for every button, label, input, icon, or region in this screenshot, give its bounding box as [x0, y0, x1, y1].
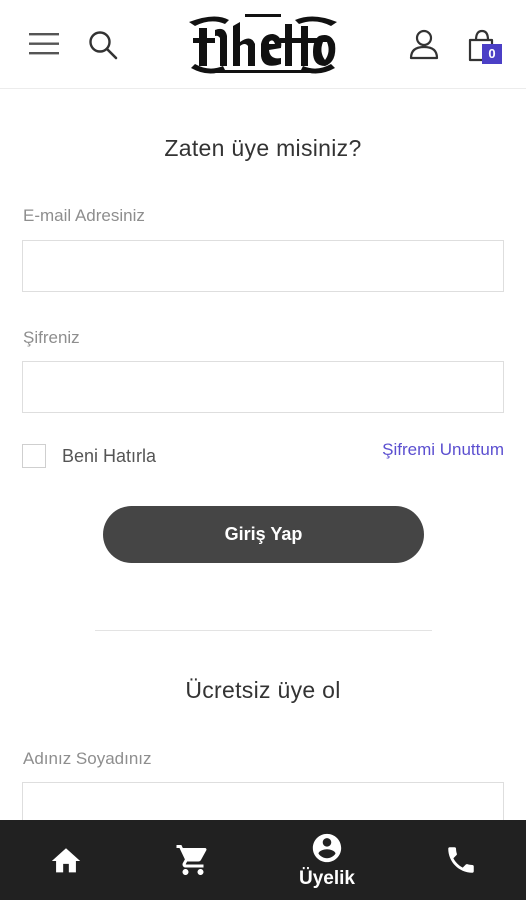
nav-item-membership[interactable]: Üyelik — [297, 820, 357, 900]
password-label: Şifreniz — [23, 328, 80, 347]
nav-item-cart[interactable] — [163, 820, 223, 900]
account-icon — [312, 833, 342, 863]
password-field[interactable] — [22, 361, 504, 413]
header: 0 — [0, 0, 526, 89]
cart-count-badge: 0 — [482, 44, 502, 64]
cart-icon — [176, 845, 207, 875]
register-title: Ücretsiz üye ol — [185, 677, 341, 703]
bottom-nav: Üyelik — [0, 820, 526, 900]
search-icon[interactable] — [88, 30, 118, 60]
nav-item-home[interactable] — [36, 820, 96, 900]
home-icon — [51, 848, 81, 873]
phone-icon — [448, 847, 474, 873]
remember-me-label[interactable]: Beni Hatırla — [62, 446, 156, 467]
login-button[interactable]: Giriş Yap — [103, 506, 424, 563]
section-divider — [95, 630, 432, 631]
remember-me-checkbox[interactable] — [22, 444, 46, 468]
name-label: Adınız Soyadınız — [23, 749, 152, 768]
login-title: Zaten üye misiniz? — [164, 135, 362, 161]
menu-icon[interactable] — [29, 30, 59, 58]
brand-logo[interactable] — [185, 8, 341, 80]
email-label: E-mail Adresiniz — [23, 206, 145, 225]
forgot-password-link[interactable]: Şifremi Unuttum — [382, 440, 504, 460]
user-icon[interactable] — [408, 28, 440, 60]
nav-label-membership: Üyelik — [299, 868, 355, 889]
nav-item-phone[interactable] — [431, 820, 491, 900]
email-field[interactable] — [22, 240, 504, 292]
